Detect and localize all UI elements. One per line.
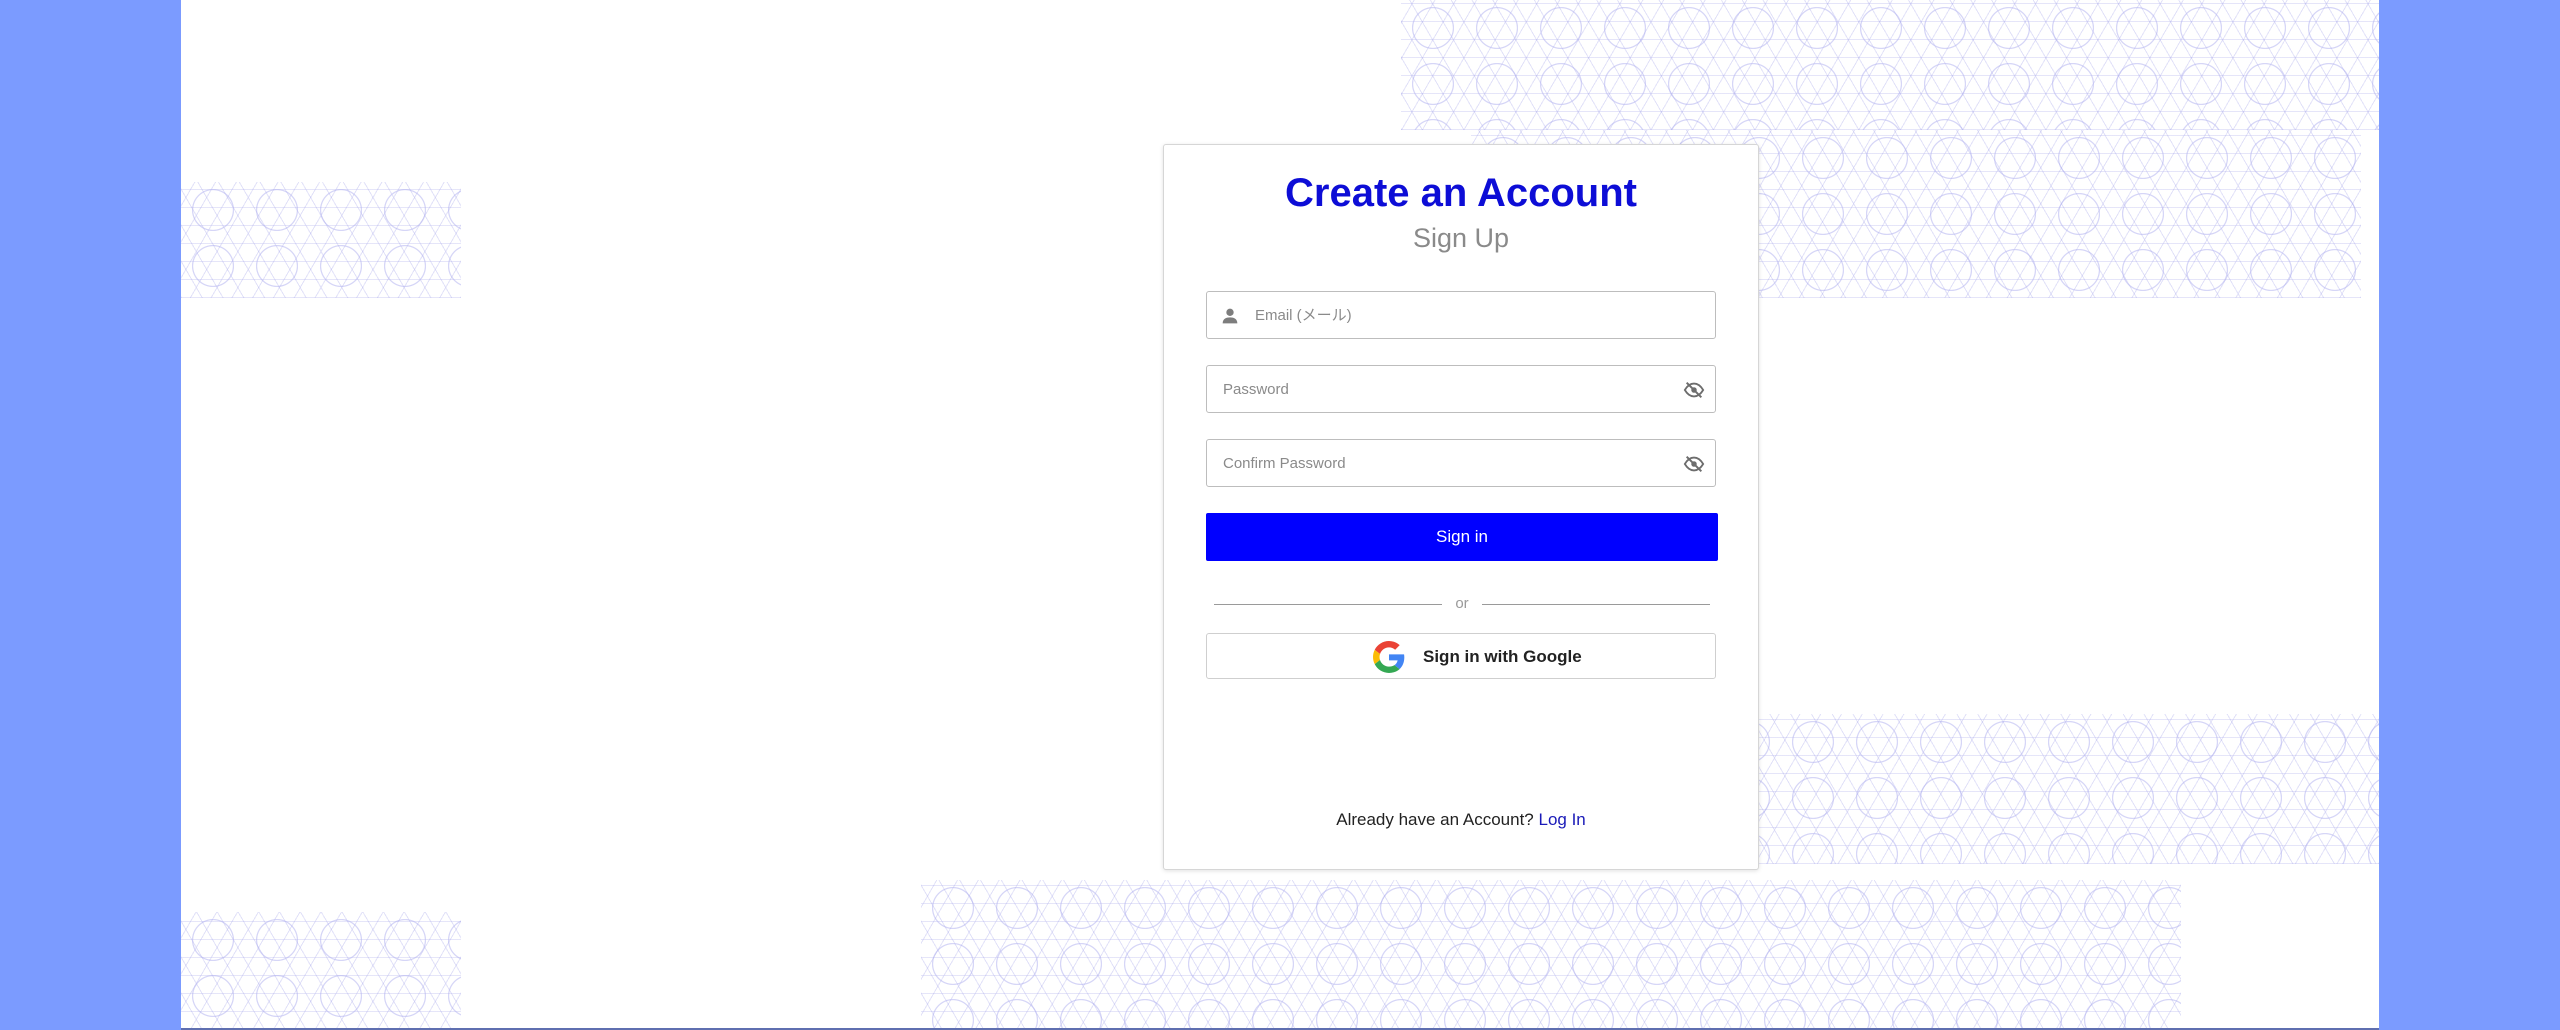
password-field[interactable] bbox=[1206, 365, 1716, 413]
or-divider: or bbox=[1214, 595, 1710, 612]
login-prompt: Already have an Account? Log In bbox=[1164, 810, 1758, 830]
decorative-pattern-bottom-left bbox=[181, 912, 461, 1028]
login-prompt-text: Already have an Account? bbox=[1336, 810, 1534, 829]
password-input[interactable] bbox=[1221, 366, 1669, 412]
divider-line-right bbox=[1482, 604, 1710, 605]
person-icon bbox=[1222, 308, 1238, 324]
sign-in-button[interactable]: Sign in bbox=[1206, 513, 1718, 561]
page-title: Create an Account bbox=[1285, 171, 1637, 215]
page-background: Create an Account Sign Up Email (メール) Si… bbox=[181, 0, 2379, 1030]
google-g-icon bbox=[1373, 641, 1405, 673]
decorative-pattern-top-right bbox=[1401, 0, 2379, 130]
decorative-pattern-top-left bbox=[181, 182, 461, 298]
email-input[interactable] bbox=[1253, 292, 1705, 338]
decorative-pattern-bottom-middle bbox=[921, 880, 2181, 1028]
confirm-password-input[interactable] bbox=[1221, 440, 1669, 486]
google-button-label: Sign in with Google bbox=[1423, 647, 1582, 666]
signup-card: Create an Account Sign Up Email (メール) Si… bbox=[1163, 144, 1759, 870]
google-sign-in-button[interactable]: Sign in with Google bbox=[1206, 633, 1716, 679]
log-in-link[interactable]: Log In bbox=[1539, 810, 1586, 829]
confirm-password-field[interactable] bbox=[1206, 439, 1716, 487]
page-subtitle: Sign Up bbox=[1412, 223, 1510, 253]
email-field[interactable] bbox=[1206, 291, 1716, 339]
eye-slash-icon[interactable] bbox=[1683, 379, 1705, 401]
eye-slash-icon[interactable] bbox=[1683, 453, 1705, 475]
